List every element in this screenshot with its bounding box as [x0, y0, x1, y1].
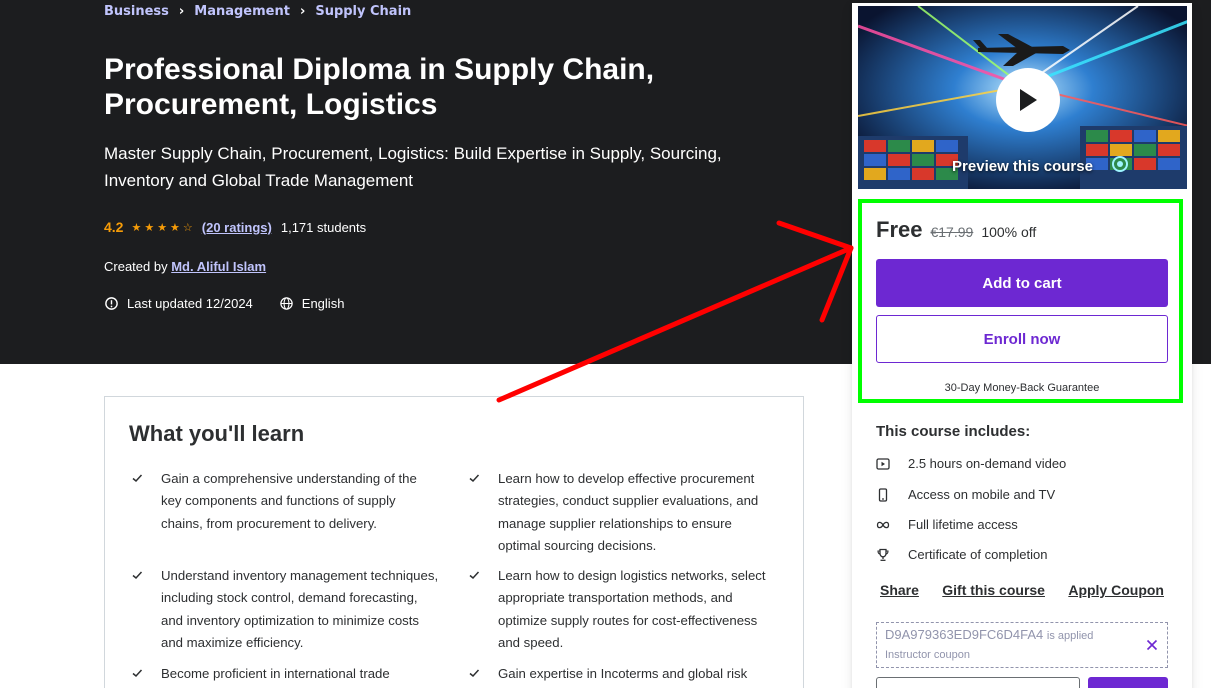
alert-clock-icon: [104, 296, 119, 311]
includes-item-text: Certificate of completion: [908, 547, 1048, 562]
what-you-learn-section: What you'll learn Gain a comprehensive u…: [104, 396, 804, 688]
coupon-applied-text: is applied: [1046, 630, 1094, 642]
learn-item-text: Gain expertise in Incoterms and global r…: [498, 666, 748, 681]
includes-item-text: 2.5 hours on-demand video: [908, 456, 1067, 471]
trophy-icon: [876, 548, 908, 562]
preview-label: Preview this course: [952, 158, 1093, 175]
check-icon: [129, 468, 161, 535]
learn-item: Gain a comprehensive understanding of th…: [129, 468, 441, 535]
learn-item-text: Learn how to develop effective procureme…: [498, 471, 759, 554]
breadcrumb-supply-chain[interactable]: Supply Chain: [315, 4, 411, 19]
breadcrumb-management[interactable]: Management: [194, 4, 290, 19]
chevron-right-icon: ›: [178, 4, 185, 19]
price-row: Free €17.99 100% off: [876, 217, 1036, 243]
rating-value: 4.2: [104, 219, 124, 235]
includes-title: This course includes:: [876, 423, 1031, 440]
enroll-now-button[interactable]: Enroll now: [876, 315, 1168, 363]
includes-item: Certificate of completion: [876, 547, 1047, 562]
coupon-type: Instructor coupon: [885, 649, 970, 661]
money-back-guarantee: 30-Day Money-Back Guarantee: [944, 382, 1100, 394]
ratings-count-link[interactable]: (20 ratings): [202, 220, 272, 235]
learn-item: Learn how to develop effective procureme…: [466, 468, 778, 558]
learn-item-text: Understand inventory management techniqu…: [161, 568, 439, 651]
learn-item-text: Learn how to design logistics networks, …: [498, 568, 766, 651]
course-meta: Last updated 12/2024 English: [104, 296, 344, 311]
close-icon[interactable]: [1146, 636, 1158, 655]
video-icon: [876, 457, 908, 470]
last-updated: Last updated 12/2024: [127, 296, 253, 311]
applied-coupon: D9A979363ED9FC6D4FA4 is applied Instruct…: [876, 622, 1168, 668]
share-link[interactable]: Share: [880, 582, 919, 598]
add-to-cart-button[interactable]: Add to cart: [876, 259, 1168, 307]
star-rating-icon: ★★★★☆: [131, 221, 196, 234]
check-icon: [466, 468, 498, 558]
infinity-icon: [876, 520, 908, 530]
includes-item-text: Full lifetime access: [908, 517, 1018, 532]
check-icon: [129, 565, 161, 655]
mobile-icon: [876, 487, 908, 502]
includes-item: 2.5 hours on-demand video: [876, 456, 1066, 471]
globe-icon: [279, 296, 294, 311]
coupon-code-line: D9A979363ED9FC6D4FA4 is applied: [885, 627, 1093, 642]
play-icon: [1020, 89, 1037, 111]
learn-item: Learn how to design logistics networks, …: [466, 565, 778, 655]
apply-coupon-link[interactable]: Apply Coupon: [1068, 582, 1164, 598]
rating-row: 4.2 ★★★★☆ (20 ratings) 1,171 students: [104, 219, 366, 235]
instructor-link[interactable]: Md. Aliful Islam: [171, 259, 266, 274]
students-count: 1,171 students: [280, 219, 367, 235]
sidebar-links: Share Gift this course Apply Coupon: [880, 582, 1164, 598]
breadcrumb-business[interactable]: Business: [104, 4, 169, 19]
current-price: Free: [876, 217, 923, 242]
coupon-code: D9A979363ED9FC6D4FA4: [885, 627, 1044, 642]
check-icon: [466, 663, 498, 686]
purchase-sidebar: Preview this course Free €17.99 100% off…: [852, 3, 1192, 688]
what-you-learn-heading: What you'll learn: [129, 421, 305, 446]
learn-item: Become proficient in international trade: [129, 663, 441, 686]
includes-item: Full lifetime access: [876, 517, 1018, 532]
learn-item-text: Gain a comprehensive understanding of th…: [161, 471, 417, 531]
includes-item-text: Access on mobile and TV: [908, 487, 1056, 502]
learn-item: Understand inventory management techniqu…: [129, 565, 441, 655]
course-subtitle: Master Supply Chain, Procurement, Logist…: [104, 144, 722, 190]
learn-item-text: Become proficient in international trade: [161, 666, 390, 681]
discount-percent: 100% off: [981, 224, 1037, 240]
course-language: English: [301, 296, 345, 311]
course-preview[interactable]: Preview this course: [857, 5, 1188, 190]
breadcrumb: Business › Management › Supply Chain: [104, 4, 411, 19]
created-by-label: Created by: [104, 259, 168, 274]
check-icon: [129, 663, 161, 686]
check-icon: [466, 565, 498, 655]
chevron-right-icon: ›: [299, 4, 306, 19]
apply-coupon-button[interactable]: [1088, 677, 1168, 688]
original-price: €17.99: [930, 224, 974, 240]
created-by: Created by Md. Aliful Islam: [104, 259, 266, 274]
course-title: Professional Diploma in Supply Chain, Pr…: [104, 53, 655, 121]
gift-course-link[interactable]: Gift this course: [942, 582, 1045, 598]
coupon-input[interactable]: [876, 677, 1080, 688]
includes-item: Access on mobile and TV: [876, 487, 1055, 502]
learn-item: Gain expertise in Incoterms and global r…: [466, 663, 778, 686]
play-button[interactable]: [996, 68, 1060, 132]
